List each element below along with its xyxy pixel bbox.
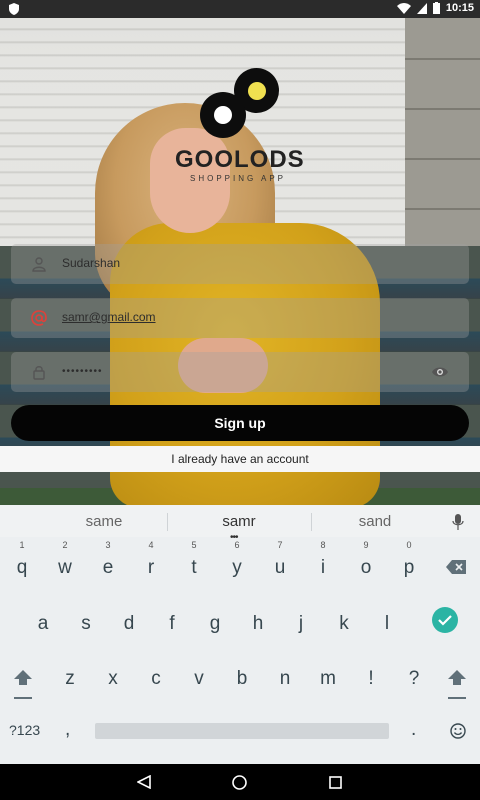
eye-icon[interactable] — [431, 364, 449, 380]
key-q[interactable]: 1q — [2, 539, 42, 591]
name-field[interactable]: Sudarshan — [11, 244, 469, 284]
key-b[interactable]: b — [222, 650, 262, 702]
space-bar[interactable] — [95, 723, 389, 739]
key-l[interactable]: l — [367, 595, 407, 647]
suggestion-item[interactable]: same — [54, 513, 154, 530]
key-a[interactable]: a — [23, 595, 63, 647]
key-z[interactable]: z — [50, 650, 90, 702]
suggestion-strip: same samr ••• sand — [0, 505, 480, 543]
checkmark-icon — [438, 615, 452, 626]
keyboard-row-2: a s d f g h j k l — [0, 595, 480, 647]
logo-tagline: SHOPPING APP — [190, 174, 287, 183]
lock-icon — [33, 366, 45, 380]
email-field[interactable]: samr@gmail.com — [11, 298, 469, 338]
signup-button[interactable]: Sign up — [11, 405, 469, 441]
key-r[interactable]: 4r — [131, 539, 171, 591]
home-icon[interactable] — [232, 775, 247, 790]
key-p[interactable]: 0p — [389, 539, 429, 591]
at-sign-icon — [31, 310, 47, 326]
key-i[interactable]: 8i — [303, 539, 343, 591]
logo-brand-text: GOOLODS — [175, 146, 305, 173]
key-e[interactable]: 3e — [88, 539, 128, 591]
logo-yellow-dot — [248, 82, 266, 100]
password-value: ••••••••• — [62, 366, 103, 377]
key-c[interactable]: c — [136, 650, 176, 702]
key-g[interactable]: g — [195, 595, 235, 647]
suggestion-item[interactable]: sand — [325, 513, 425, 530]
comma-key[interactable]: , — [65, 719, 70, 741]
key-m[interactable]: m — [308, 650, 348, 702]
navigation-bar — [0, 764, 480, 800]
keyboard-row-1: 1q 2w 3e 4r 5t 6y 7u 8i 9o 0p — [0, 539, 480, 591]
key-f[interactable]: f — [152, 595, 192, 647]
symbols-key[interactable]: ?123 — [9, 722, 40, 738]
key-k[interactable]: k — [324, 595, 364, 647]
key-s[interactable]: s — [66, 595, 106, 647]
backspace-icon[interactable] — [446, 560, 466, 574]
shift-right-icon[interactable] — [448, 670, 466, 700]
name-value: Sudarshan — [62, 256, 121, 270]
key-v[interactable]: v — [179, 650, 219, 702]
key-d[interactable]: d — [109, 595, 149, 647]
key-u[interactable]: 7u — [260, 539, 300, 591]
login-link[interactable]: I already have an account — [0, 446, 480, 472]
key-j[interactable]: j — [281, 595, 321, 647]
key-y[interactable]: 6y — [217, 539, 257, 591]
back-icon[interactable] — [137, 775, 151, 789]
keyboard-row-3: z x c v b n m ! ? — [0, 650, 480, 702]
password-field[interactable]: ••••••••• — [11, 352, 469, 392]
soft-keyboard: same samr ••• sand 1q 2w 3e 4r 5t 6y 7u … — [0, 505, 480, 764]
key-t[interactable]: 5t — [174, 539, 214, 591]
key-x[interactable]: x — [93, 650, 133, 702]
shift-left-icon[interactable] — [14, 670, 32, 700]
key-n[interactable]: n — [265, 650, 305, 702]
app-logo: GOOLODS SHOPPING APP — [0, 0, 480, 200]
key-w[interactable]: 2w — [45, 539, 85, 591]
mic-icon[interactable] — [452, 514, 464, 530]
email-value: samr@gmail.com — [62, 310, 156, 324]
emoji-icon[interactable] — [450, 723, 466, 739]
key-exclamation[interactable]: ! — [351, 650, 391, 702]
enter-key[interactable] — [432, 607, 458, 633]
key-h[interactable]: h — [238, 595, 278, 647]
period-key[interactable]: . — [411, 719, 416, 741]
person-icon — [32, 257, 46, 272]
logo-white-dot — [214, 106, 232, 124]
key-question[interactable]: ? — [394, 650, 434, 702]
suggestion-item[interactable]: samr — [189, 513, 289, 530]
key-o[interactable]: 9o — [346, 539, 386, 591]
recents-icon[interactable] — [329, 776, 342, 789]
